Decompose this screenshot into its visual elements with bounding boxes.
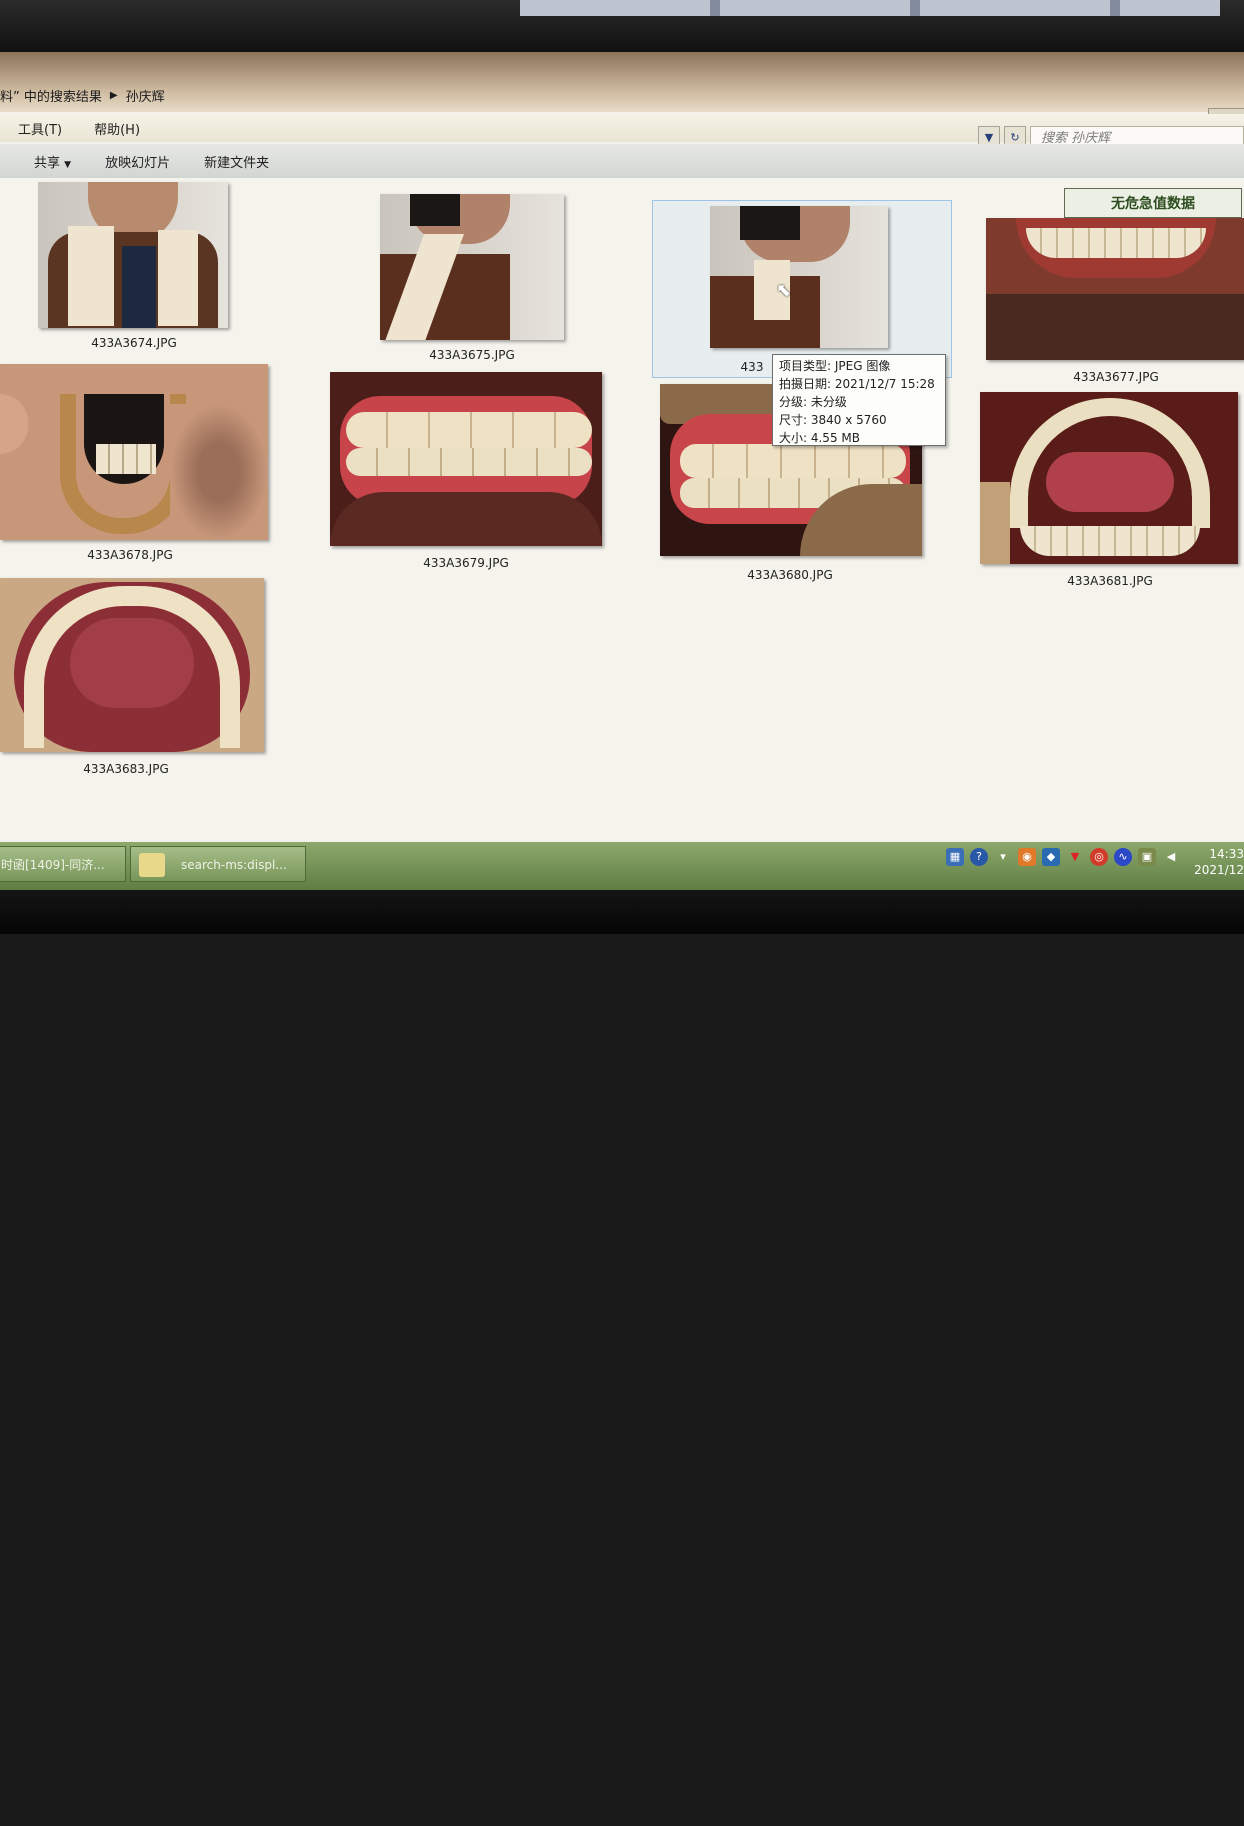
breadcrumb-search-result[interactable]: 料” 中的搜索结果 [0, 86, 102, 105]
file-name: 433A3679.JPG [423, 556, 509, 570]
photo-preview [0, 364, 268, 540]
wave-icon[interactable]: ∿ [1114, 848, 1132, 866]
taskbar-item[interactable]: 时函[1409]-同济... [0, 846, 126, 882]
slideshow-button[interactable]: 放映幻灯片 [105, 152, 170, 171]
volume-icon[interactable]: ◀ [1162, 848, 1180, 866]
photo-preview [38, 182, 228, 328]
file-info-tooltip: 项目类型: JPEG 图像 拍摄日期: 2021/12/7 15:28 分级: … [772, 354, 946, 446]
photo-preview [0, 578, 264, 752]
clock-time: 14:33 [1209, 847, 1244, 861]
help-icon[interactable]: ? [970, 848, 988, 866]
file-name: 433A3675.JPG [429, 348, 515, 362]
tooltip-size: 大小: 4.55 MB [779, 431, 860, 445]
monitor-bezel-top [0, 0, 1244, 52]
file-name: 433A3683.JPG [83, 762, 169, 776]
new-folder-button[interactable]: 新建文件夹 [204, 152, 269, 171]
monitor-bezel-bottom [0, 890, 1244, 934]
photo-preview [986, 218, 1244, 360]
cursor-icon: ⬉ [776, 280, 792, 301]
background-papers [520, 0, 1220, 16]
system-tray: ▦ ? ▾ ◉ ◆ ▼ ◎ ∿ ▣ ◀ [946, 848, 1180, 866]
command-bar: 共享 ▼ 放映幻灯片 新建文件夹 [0, 144, 1244, 178]
shield-icon[interactable]: ◎ [1090, 848, 1108, 866]
taskbar: 时函[1409]-同济... search-ms:displ... ▦ ? ▾ … [0, 842, 1244, 890]
photo-preview [710, 206, 888, 348]
dell-logo [520, 1806, 610, 1826]
network-icon[interactable]: ▦ [946, 848, 964, 866]
folder-icon [139, 853, 165, 877]
menu-help[interactable]: 帮助(H) [94, 119, 140, 138]
critical-value-notice: 无危急值数据 [1064, 188, 1242, 218]
menu-tools[interactable]: 工具(T) [18, 119, 62, 138]
tooltip-rating: 分级: 未分级 [779, 395, 847, 409]
breadcrumb[interactable]: 料” 中的搜索结果 ▶ 孙庆辉 [0, 84, 165, 106]
taskbar-item-label: search-ms:displ... [181, 858, 287, 872]
dropdown-arrow-icon: ▼ [64, 159, 72, 170]
breadcrumb-folder[interactable]: 孙庆辉 [126, 86, 165, 105]
photo-preview [380, 194, 564, 340]
file-name: 433A3680.JPG [747, 568, 833, 582]
address-bar[interactable]: 料” 中的搜索结果 ▶ 孙庆辉 [0, 52, 1244, 112]
file-name: 433A3677.JPG [1073, 370, 1159, 384]
explorer-window: 料” 中的搜索结果 ▶ 孙庆辉 工具(T) 帮助(H) ▼ ↻ 搜索 孙庆辉 共… [0, 52, 1244, 890]
chevron-right-icon: ▶ [109, 89, 118, 101]
app-icon[interactable]: ◆ [1042, 848, 1060, 866]
tooltip-date: 拍摄日期: 2021/12/7 15:28 [779, 377, 935, 391]
tray-icon[interactable]: ▣ [1138, 848, 1156, 866]
file-name: 433A3681.JPG [1067, 574, 1153, 588]
taskbar-clock[interactable]: 14:33 2021/12 [1192, 846, 1244, 878]
photo-preview [330, 372, 602, 546]
share-button[interactable]: 共享 ▼ [34, 152, 71, 171]
file-name: 433A3674.JPG [91, 336, 177, 350]
share-label: 共享 [34, 155, 61, 171]
clock-date: 2021/12 [1194, 863, 1244, 877]
tooltip-dimensions: 尺寸: 3840 x 5760 [779, 413, 887, 427]
taskbar-item[interactable]: search-ms:displ... [130, 846, 306, 882]
antivirus-icon[interactable]: ▼ [1066, 848, 1084, 866]
photo-preview [980, 392, 1238, 564]
rss-icon[interactable]: ◉ [1018, 848, 1036, 866]
arrow-icon[interactable]: ▾ [994, 848, 1012, 866]
file-name: 433A3678.JPG [87, 548, 173, 562]
file-view[interactable]: 无危急值数据 433A3674.JPG 433A3675.JPG 433 433… [0, 178, 1244, 840]
tooltip-type: 项目类型: JPEG 图像 [779, 359, 891, 373]
